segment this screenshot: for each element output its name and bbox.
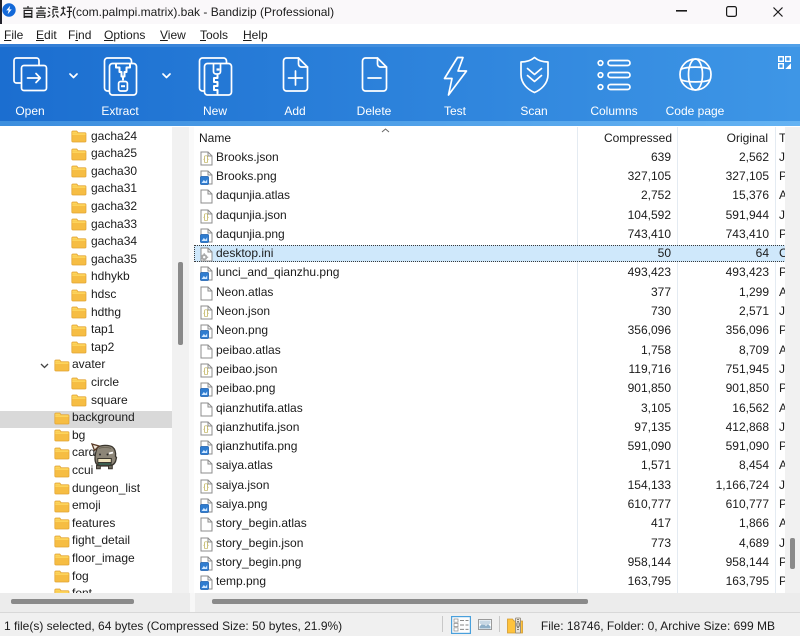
- svg-text:{}: {}: [203, 309, 209, 318]
- svg-text:{}: {}: [203, 540, 209, 549]
- svg-text:{}: {}: [203, 212, 209, 221]
- svg-text:{}: {}: [203, 482, 209, 491]
- svg-text:{}: {}: [203, 154, 209, 163]
- svg-text:{}: {}: [203, 366, 209, 375]
- svg-text:{}: {}: [203, 424, 209, 433]
